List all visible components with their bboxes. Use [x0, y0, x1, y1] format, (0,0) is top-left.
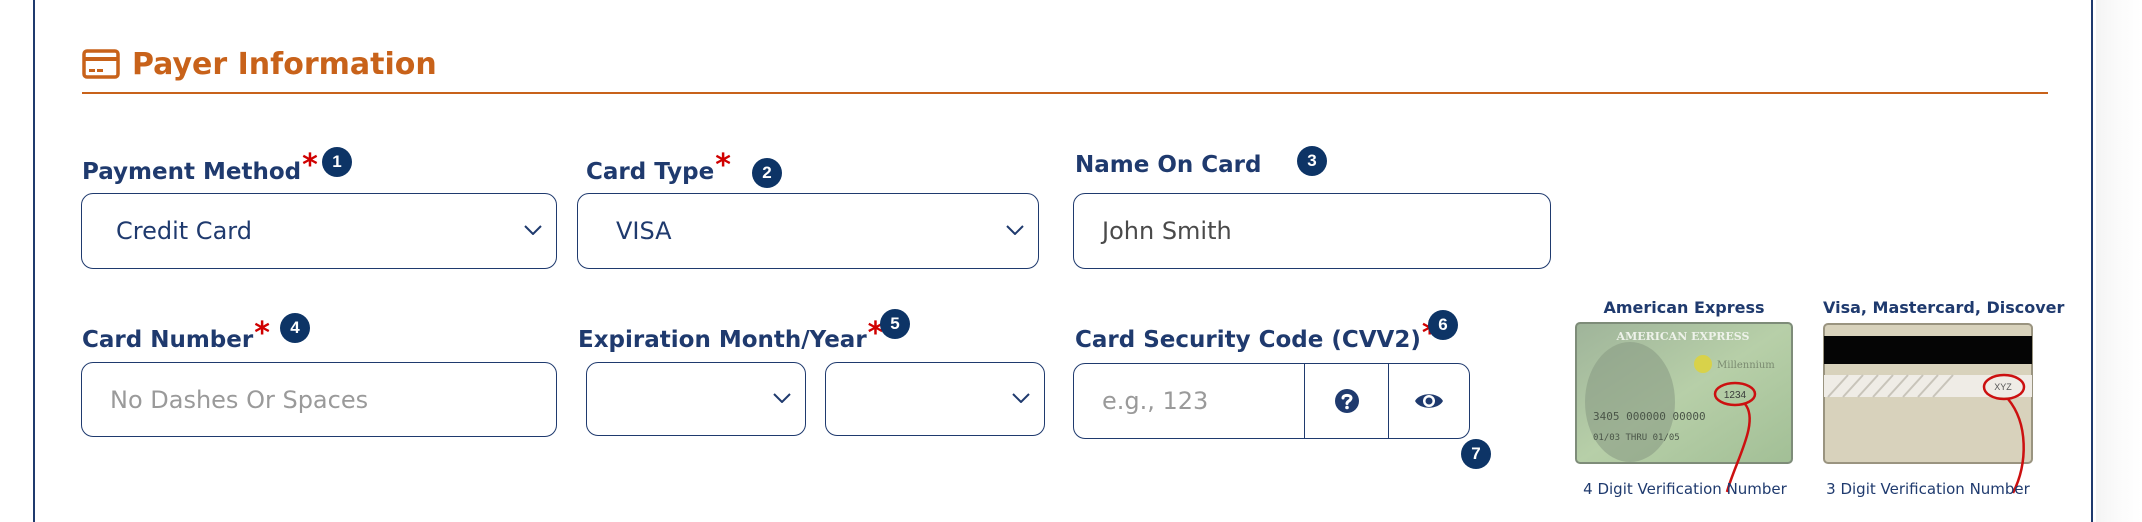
cvv-placeholder: e.g., 123 — [1102, 387, 1209, 415]
step-badge-4: 4 — [280, 313, 310, 343]
cvv-visibility-toggle[interactable] — [1389, 364, 1469, 438]
card-number-label: Card Number* — [82, 316, 270, 355]
step-badge-7: 7 — [1461, 439, 1491, 469]
card-number-label-text: Card Number — [82, 327, 254, 353]
expiration-label-text: Expiration Month/Year — [578, 327, 867, 353]
expiration-year-select[interactable] — [825, 362, 1045, 436]
payment-method-select[interactable]: Credit Card — [81, 193, 557, 269]
visa-mc-discover-title: Visa, Mastercard, Discover — [1823, 298, 2065, 317]
chevron-down-icon — [1012, 393, 1030, 403]
name-on-card-value: John Smith — [1102, 217, 1232, 245]
cvv-input-group: e.g., 123 — [1073, 363, 1470, 439]
visa-mc-discover-caption: 3 Digit Verification Number — [1826, 480, 2030, 498]
chevron-down-icon — [1006, 225, 1024, 235]
visa-caption-block: 3 Digit Verification Number — [1813, 480, 2043, 498]
required-marker: * — [715, 148, 731, 183]
card-type-select[interactable]: VISA — [577, 193, 1039, 269]
question-circle-icon — [1334, 389, 1359, 413]
amex-caption: 4 Digit Verification Number — [1583, 480, 1787, 498]
card-type-label: Card Type* — [586, 148, 731, 187]
amex-tagline: Millennium — [1717, 360, 1775, 371]
expiration-month-select[interactable] — [586, 362, 806, 436]
required-marker: * — [254, 316, 270, 351]
step-badge-1: 1 — [322, 147, 352, 177]
required-marker: * — [302, 148, 318, 183]
payment-method-label-text: Payment Method — [82, 159, 302, 185]
eye-icon — [1415, 394, 1443, 408]
card-back-image: XYZ — [1823, 323, 2033, 494]
card-type-label-text: Card Type — [586, 159, 715, 185]
page-background — [2096, 0, 2142, 522]
cvv-label-text: Card Security Code (CVV2) — [1075, 327, 1421, 353]
amex-card-number: 3405 000000 00000 — [1593, 410, 1706, 423]
cvv-help-button[interactable] — [1305, 364, 1389, 438]
expiration-label: Expiration Month/Year* — [578, 316, 883, 355]
name-on-card-input[interactable]: John Smith — [1073, 193, 1551, 269]
amex-brand-text: AMERICAN EXPRESS — [1616, 330, 1750, 343]
amex-sample-code: 1234 — [1724, 390, 1747, 401]
card-number-input[interactable]: No Dashes Or Spaces — [81, 362, 557, 437]
amex-caption-block: 4 Digit Verification Number — [1565, 480, 1805, 498]
amex-logo-mark — [1694, 355, 1712, 373]
centurion-portrait — [1585, 342, 1675, 462]
amex-title: American Express — [1603, 298, 1765, 317]
magnetic-stripe — [1824, 336, 2032, 364]
payment-method-value: Credit Card — [116, 217, 252, 245]
name-on-card-label: Name On Card — [1075, 152, 1261, 178]
step-badge-3: 3 — [1297, 146, 1327, 176]
card-type-value: VISA — [616, 217, 672, 245]
step-badge-5: 5 — [880, 309, 910, 339]
cvv-label: Card Security Code (CVV2)* — [1075, 316, 1438, 355]
card-number-placeholder: No Dashes Or Spaces — [110, 385, 369, 414]
visa-cvv-example: Visa, Mastercard, Discover — [1823, 298, 2065, 317]
chevron-down-icon — [773, 393, 791, 403]
step-badge-6: 6 — [1428, 310, 1458, 340]
cvv-input[interactable]: e.g., 123 — [1074, 364, 1305, 438]
section-header: Payer Information — [82, 44, 437, 84]
credit-card-icon — [82, 49, 120, 79]
amex-card-image: AMERICAN EXPRESS Millennium 1234 3405 00… — [1575, 322, 1793, 493]
section-title: Payer Information — [132, 46, 437, 82]
name-on-card-label-text: Name On Card — [1075, 152, 1262, 178]
chevron-down-icon — [524, 225, 542, 235]
payment-method-label: Payment Method* — [82, 148, 318, 187]
amex-cvv-example: American Express — [1575, 298, 1793, 317]
step-badge-2: 2 — [752, 158, 782, 188]
card-back-sample-code: XYZ — [1994, 382, 2012, 392]
section-divider — [82, 92, 2048, 94]
amex-card-dates: 01/03 THRU 01/05 — [1593, 433, 1680, 443]
